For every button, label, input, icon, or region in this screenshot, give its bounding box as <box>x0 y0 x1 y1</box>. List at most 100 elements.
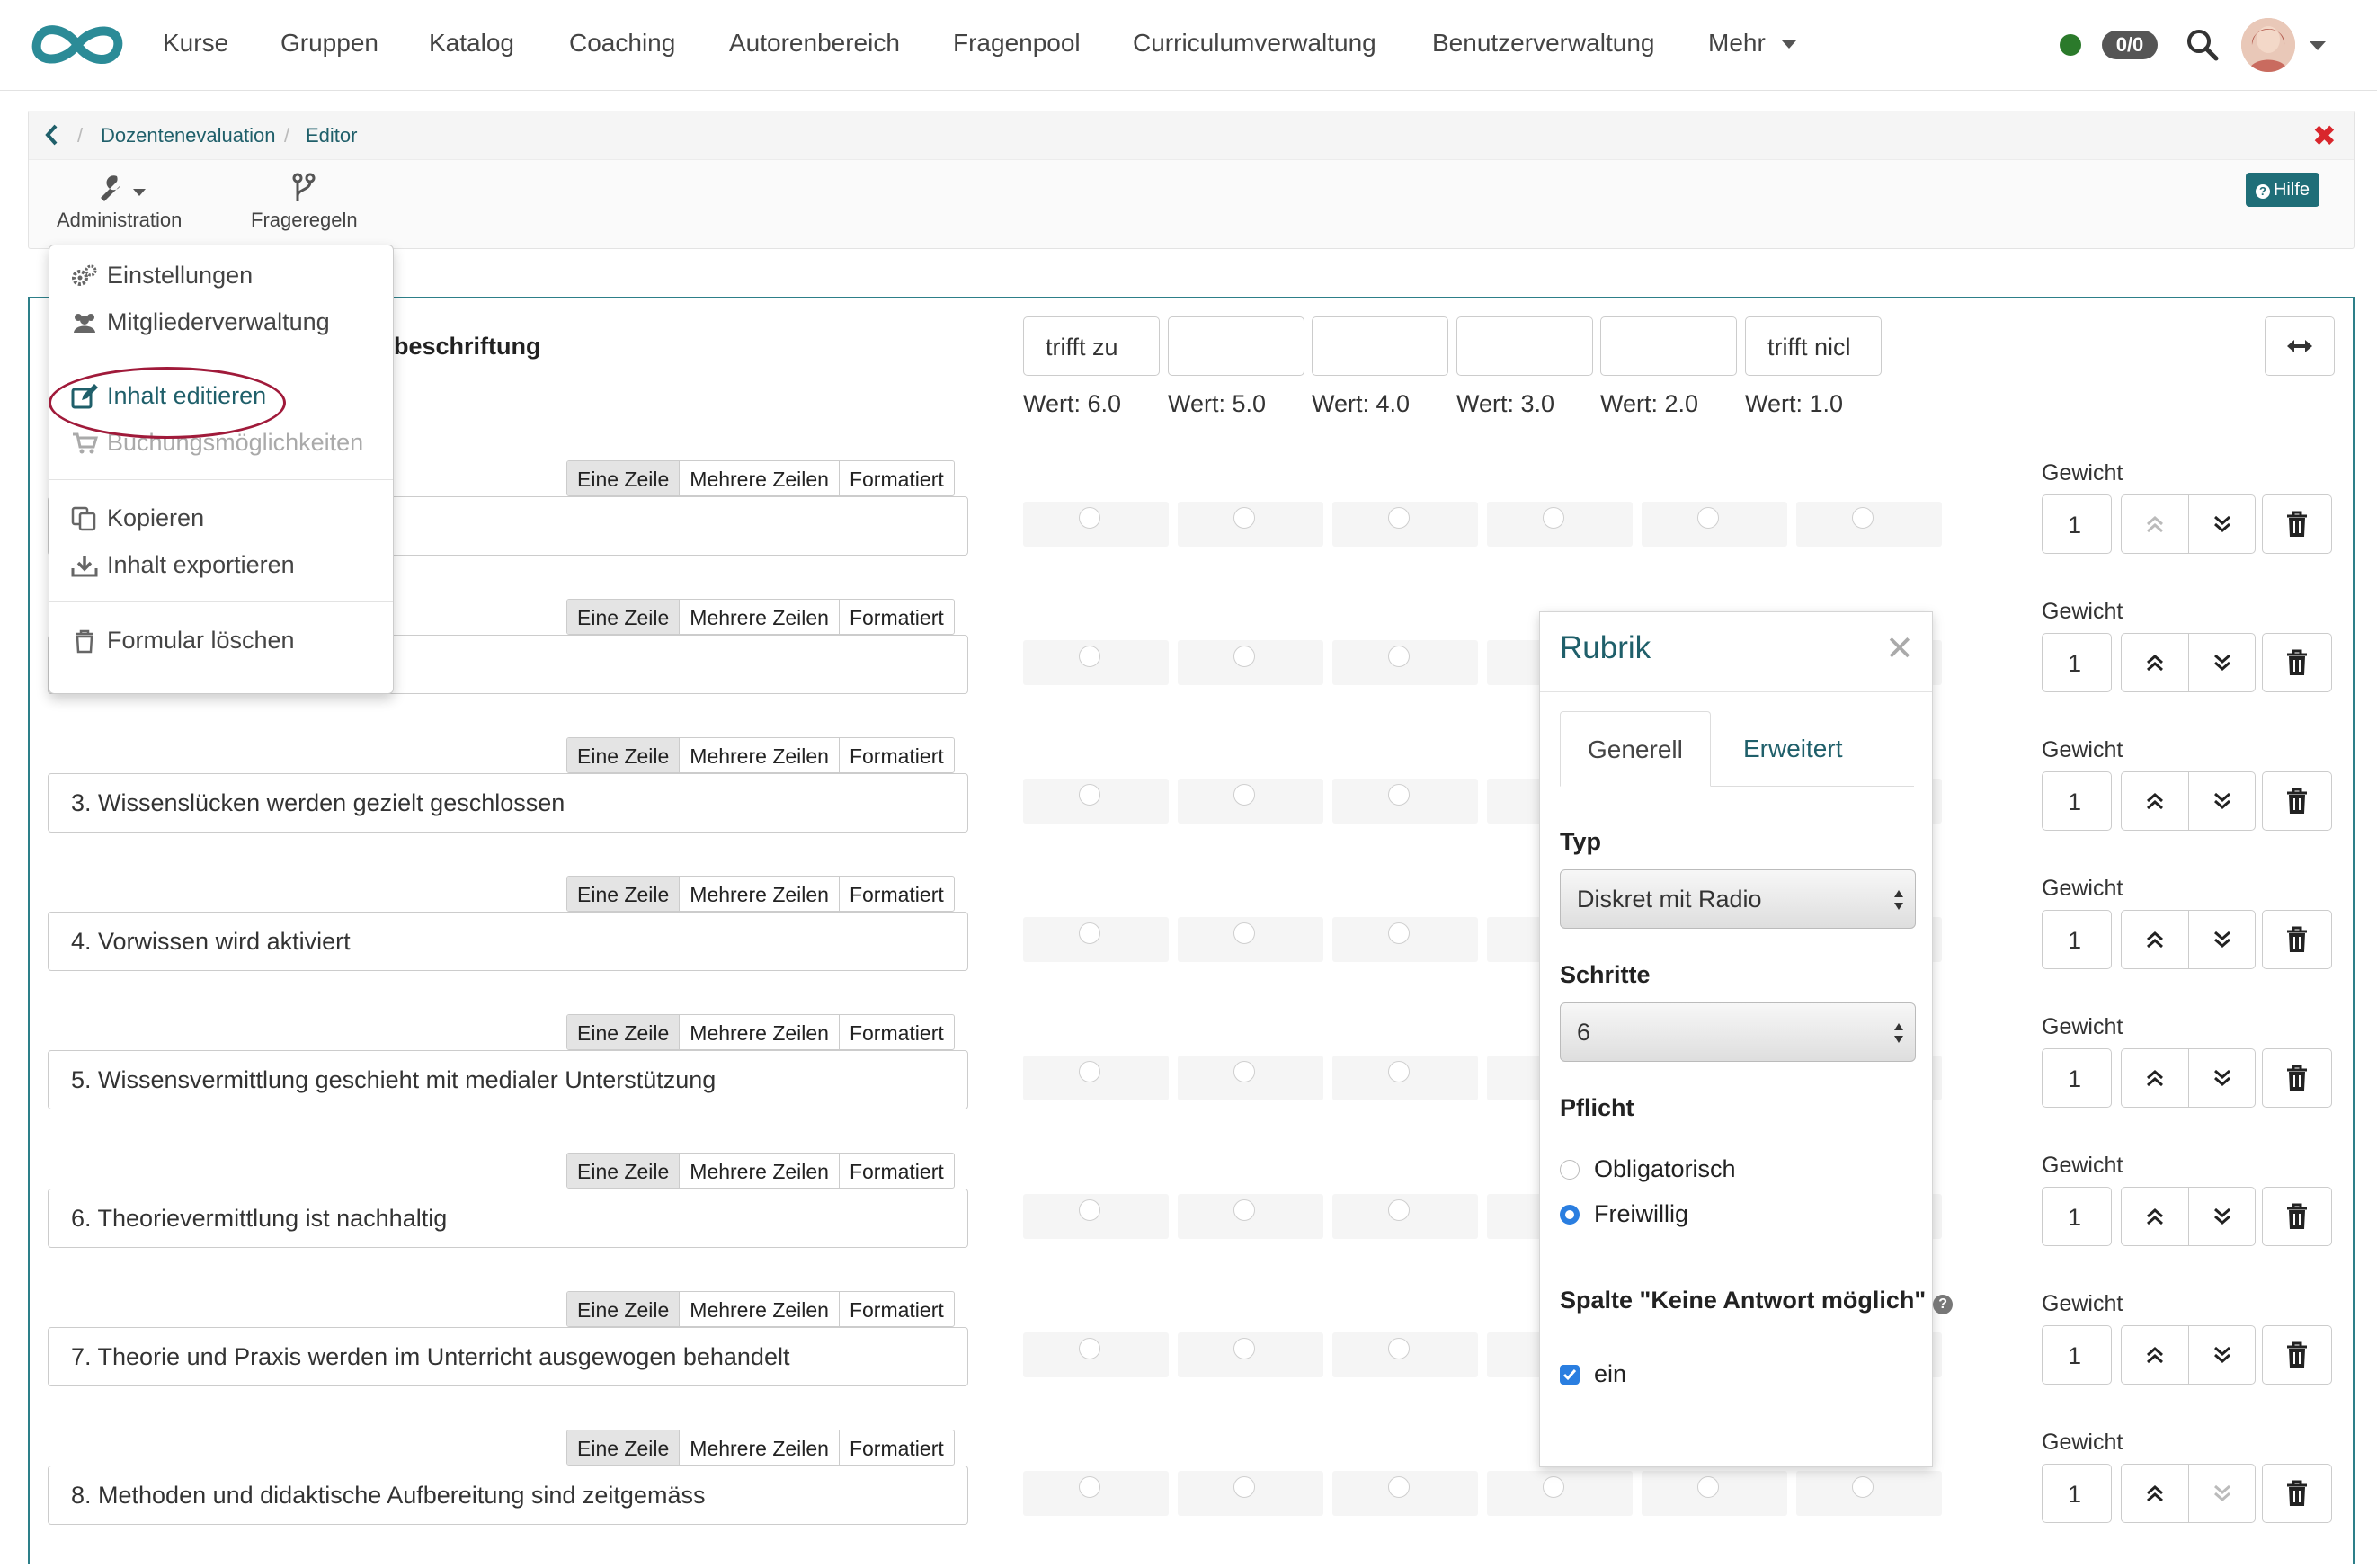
rating-radio[interactable] <box>1233 1199 1255 1221</box>
question-text-input[interactable]: 3. Wissenslücken werden gezielt geschlos… <box>48 773 968 833</box>
nav-mehr[interactable]: Mehr <box>1708 29 1796 58</box>
delete-row-button[interactable] <box>2262 633 2332 692</box>
radio-obligatorisch[interactable]: Obligatorisch <box>1560 1155 1736 1183</box>
rating-radio[interactable] <box>1543 1476 1564 1498</box>
mode-option-mehrere-zeilen[interactable]: Mehrere Zeilen <box>679 738 839 772</box>
weight-input[interactable]: 1 <box>2042 633 2112 692</box>
move-down-icon[interactable] <box>2188 772 2255 830</box>
move-up-icon[interactable] <box>2122 772 2188 830</box>
rating-radio[interactable] <box>1852 507 1874 529</box>
rating-radio[interactable] <box>1079 784 1100 806</box>
question-text-input[interactable]: 8. Methoden und didaktische Aufbereitung… <box>48 1466 968 1525</box>
move-up-icon[interactable] <box>2122 1326 2188 1384</box>
breadcrumb-dozentenevaluation[interactable]: Dozentenevaluation <box>101 124 275 147</box>
nav-katalog[interactable]: Katalog <box>429 29 514 58</box>
rating-radio[interactable] <box>1852 1476 1874 1498</box>
move-down-icon[interactable] <box>2188 634 2255 691</box>
move-down-icon[interactable] <box>2188 495 2255 553</box>
tab-generell[interactable]: Generell <box>1560 711 1711 787</box>
rating-radio[interactable] <box>1388 646 1410 667</box>
rating-radio[interactable] <box>1388 1061 1410 1082</box>
weight-input[interactable]: 1 <box>2042 1048 2112 1108</box>
notification-badge[interactable]: 0/0 <box>2102 31 2158 59</box>
rating-radio[interactable] <box>1697 507 1719 529</box>
rating-radio[interactable] <box>1233 1476 1255 1498</box>
weight-input[interactable]: 1 <box>2042 1187 2112 1246</box>
close-editor-icon[interactable]: ✖ <box>2312 121 2337 150</box>
menu-item-formular-loeschen[interactable]: Formular löschen <box>71 627 295 655</box>
move-down-icon[interactable] <box>2188 1326 2255 1384</box>
question-text-input[interactable]: 6. Theorievermittlung ist nachhaltig <box>48 1189 968 1248</box>
mode-option-eine-zeile[interactable]: Eine Zeile <box>567 600 680 634</box>
delete-row-button[interactable] <box>2262 1048 2332 1108</box>
search-icon[interactable] <box>2186 29 2219 61</box>
column-label-input-6[interactable]: trifft nicl <box>1745 316 1882 376</box>
weight-input[interactable]: 1 <box>2042 910 2112 969</box>
column-label-input-5[interactable] <box>1600 316 1737 376</box>
checkbox-keine-antwort[interactable]: ein <box>1560 1360 1626 1388</box>
column-label-input-4[interactable] <box>1456 316 1593 376</box>
breadcrumb-editor[interactable]: Editor <box>306 124 357 147</box>
back-chevron-icon[interactable] <box>45 124 59 146</box>
rating-radio[interactable] <box>1233 1061 1255 1082</box>
mode-option-mehrere-zeilen[interactable]: Mehrere Zeilen <box>679 600 839 634</box>
nav-gruppen[interactable]: Gruppen <box>280 29 378 58</box>
nav-benutzerverwaltung[interactable]: Benutzerverwaltung <box>1432 29 1654 58</box>
rating-radio[interactable] <box>1079 922 1100 944</box>
mode-option-formatiert[interactable]: Formatiert <box>838 1430 954 1465</box>
move-up-icon[interactable] <box>2122 1049 2188 1107</box>
mode-option-formatiert[interactable]: Formatiert <box>838 1015 954 1049</box>
delete-row-button[interactable] <box>2262 1464 2332 1523</box>
delete-row-button[interactable] <box>2262 494 2332 554</box>
mode-option-mehrere-zeilen[interactable]: Mehrere Zeilen <box>679 461 839 495</box>
radio-freiwillig[interactable]: Freiwillig <box>1560 1200 1688 1228</box>
mode-option-eine-zeile[interactable]: Eine Zeile <box>567 1154 680 1188</box>
frageregeln-button[interactable]: Frageregeln <box>251 173 358 232</box>
move-down-icon[interactable] <box>2188 1188 2255 1245</box>
rating-radio[interactable] <box>1079 1338 1100 1359</box>
administration-button[interactable]: Administration <box>57 173 182 232</box>
column-label-input-1[interactable]: trifft zu <box>1023 316 1160 376</box>
mode-option-mehrere-zeilen[interactable]: Mehrere Zeilen <box>679 1015 839 1049</box>
help-question-icon[interactable]: ? <box>1933 1295 1954 1314</box>
rating-radio[interactable] <box>1233 507 1255 529</box>
nav-curriculumverwaltung[interactable]: Curriculumverwaltung <box>1133 29 1376 58</box>
user-menu-caret-icon[interactable] <box>2310 41 2326 50</box>
rating-radio[interactable] <box>1388 1476 1410 1498</box>
move-up-icon[interactable] <box>2122 911 2188 968</box>
nav-kurse[interactable]: Kurse <box>163 29 228 58</box>
column-label-input-3[interactable] <box>1312 316 1448 376</box>
typ-select[interactable]: Diskret mit Radio <box>1560 869 1916 929</box>
move-down-icon[interactable] <box>2188 1465 2255 1522</box>
mode-option-eine-zeile[interactable]: Eine Zeile <box>567 461 680 495</box>
question-text-input[interactable]: 5. Wissensvermittlung geschieht mit medi… <box>48 1050 968 1109</box>
move-up-icon[interactable] <box>2122 1465 2188 1522</box>
delete-row-button[interactable] <box>2262 771 2332 831</box>
move-down-icon[interactable] <box>2188 911 2255 968</box>
mode-option-formatiert[interactable]: Formatiert <box>838 600 954 634</box>
rating-radio[interactable] <box>1697 1476 1719 1498</box>
rating-radio[interactable] <box>1079 507 1100 529</box>
delete-row-button[interactable] <box>2262 1187 2332 1246</box>
tab-erweitert[interactable]: Erweitert <box>1716 711 1869 787</box>
mode-option-mehrere-zeilen[interactable]: Mehrere Zeilen <box>679 1292 839 1326</box>
mode-option-eine-zeile[interactable]: Eine Zeile <box>567 1430 680 1465</box>
rating-radio[interactable] <box>1388 784 1410 806</box>
rating-radio[interactable] <box>1388 922 1410 944</box>
rating-radio[interactable] <box>1079 1061 1100 1082</box>
close-icon[interactable]: ✕ <box>1885 628 1914 669</box>
delete-row-button[interactable] <box>2262 910 2332 969</box>
mode-option-formatiert[interactable]: Formatiert <box>838 461 954 495</box>
rating-radio[interactable] <box>1233 922 1255 944</box>
mode-option-formatiert[interactable]: Formatiert <box>838 738 954 772</box>
delete-row-button[interactable] <box>2262 1325 2332 1385</box>
weight-input[interactable]: 1 <box>2042 1325 2112 1385</box>
mode-option-eine-zeile[interactable]: Eine Zeile <box>567 1015 680 1049</box>
question-text-input[interactable]: 4. Vorwissen wird aktiviert <box>48 912 968 971</box>
nav-fragenpool[interactable]: Fragenpool <box>953 29 1081 58</box>
weight-input[interactable]: 1 <box>2042 771 2112 831</box>
menu-item-mitgliederverwaltung[interactable]: Mitgliederverwaltung <box>71 308 330 336</box>
rating-radio[interactable] <box>1233 784 1255 806</box>
move-up-icon[interactable] <box>2122 1188 2188 1245</box>
move-up-icon[interactable] <box>2122 495 2188 553</box>
